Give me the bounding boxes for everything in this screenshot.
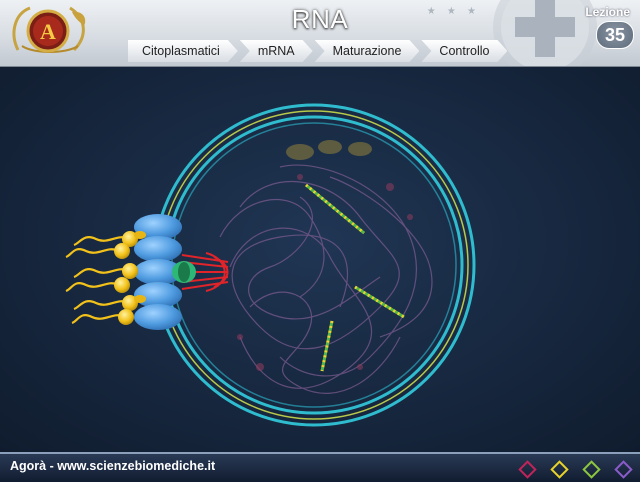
nav-diamond-yellow-icon[interactable]: [550, 460, 569, 479]
tab-mrna[interactable]: mRNA: [240, 40, 313, 62]
nav-diamond-green-icon[interactable]: [582, 460, 601, 479]
rna-strand-2: [354, 285, 405, 319]
nucleus-illustration: [65, 103, 476, 427]
tab-maturazione[interactable]: Maturazione: [315, 40, 420, 62]
site-credit[interactable]: Agorà - www.scienzebiomediche.it: [10, 459, 215, 473]
chromatin-tangle: [219, 164, 433, 394]
footer-bar: Agorà - www.scienzebiomediche.it: [0, 452, 640, 482]
nav-diamond-purple-icon[interactable]: [614, 460, 633, 479]
nucleolus-clusters: [286, 140, 372, 160]
header-bar: A ★ ★ ★ RNA Lezione 35 Citoplasmatici mR…: [0, 0, 640, 67]
nav-diamond-red-icon[interactable]: [518, 460, 537, 479]
page-title: RNA: [291, 4, 349, 34]
lesson-number-badge: 35: [596, 21, 634, 49]
lesson-label: Lezione: [585, 5, 630, 19]
breadcrumb-tabs: Citoplasmatici mRNA Maturazione Controll…: [128, 40, 509, 62]
tab-controllo[interactable]: Controllo: [421, 40, 507, 62]
illustration-area: [0, 67, 640, 452]
exporting-mrna: [65, 231, 146, 325]
tab-citoplasmatici[interactable]: Citoplasmatici: [128, 40, 238, 62]
